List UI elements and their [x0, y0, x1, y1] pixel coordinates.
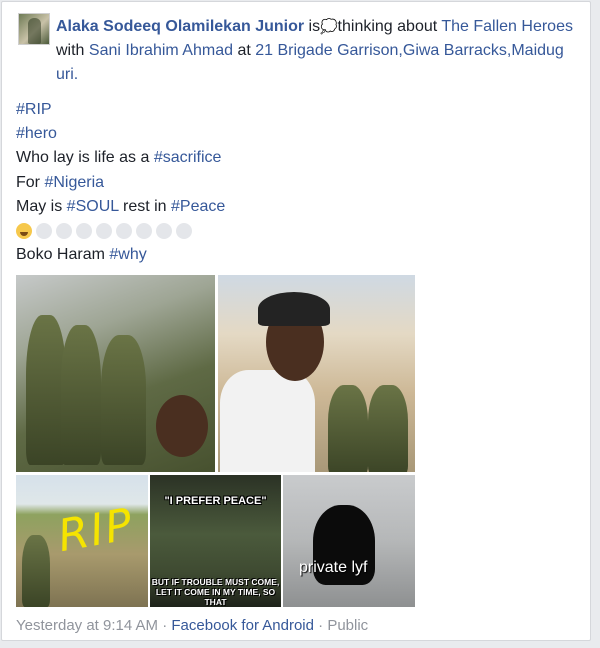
post-text: rest in	[118, 197, 172, 215]
app-source-link[interactable]: Facebook for Android	[171, 617, 314, 634]
emoji-row	[16, 219, 576, 243]
is-text: is	[308, 18, 321, 35]
photo-meme-peace[interactable]: "I PREFER PEACE" BUT IF TROUBLE MUST COM…	[150, 475, 281, 607]
blank-emoji-icon	[36, 222, 52, 239]
post-line: Boko Haram #why	[16, 243, 576, 267]
photo-private-lyf[interactable]: private lyf	[283, 475, 415, 607]
cap-figure	[258, 292, 330, 326]
author-name[interactable]: Alaka Sodeeq Olamilekan Junior	[56, 18, 304, 35]
photo-soldiers-group[interactable]	[16, 275, 215, 472]
post-line: Who lay is life as a #sacrifice	[16, 146, 576, 170]
soldier-figure	[328, 385, 368, 472]
crying-face-icon	[16, 222, 32, 239]
meme-bottom-caption: BUT IF TROUBLE MUST COME, LET IT COME IN…	[150, 577, 281, 607]
hashtag-link[interactable]: #sacrifice	[154, 149, 222, 166]
photo-rip[interactable]: RIP	[16, 475, 148, 607]
post-text: May is	[16, 197, 67, 215]
meme-bottom-line: LET IT COME IN MY TIME, SO THAT	[155, 587, 276, 607]
soldier-figure	[101, 335, 146, 465]
face-figure	[156, 395, 208, 457]
post-line: For #Nigeria	[16, 171, 576, 195]
post-line: #RIP	[16, 98, 576, 122]
post-body: #RIP #hero Who lay is life as a #sacrifi…	[16, 98, 576, 267]
post-timestamp[interactable]: Yesterday at 9:14 AM	[16, 617, 158, 634]
soldier-figure	[22, 535, 50, 607]
location-link-cont[interactable]: uri.	[56, 66, 78, 83]
hashtag-link[interactable]: #Peace	[171, 198, 225, 215]
blank-emoji-icon	[156, 222, 172, 239]
soldier-figure	[61, 325, 101, 465]
meme-bottom-line: BUT IF TROUBLE MUST COME,	[151, 577, 280, 587]
hashtag-link[interactable]: #SOUL	[67, 198, 119, 215]
hashtag-link[interactable]: #Nigeria	[44, 174, 104, 191]
post-text: Who lay is life as a	[16, 149, 154, 167]
privacy-label[interactable]: Public	[327, 617, 368, 634]
blank-emoji-icon	[136, 222, 152, 239]
tagged-person-link[interactable]: Sani Ibrahim Ahmad	[89, 42, 233, 59]
at-text: at	[237, 42, 251, 59]
blank-emoji-icon	[96, 222, 112, 239]
blank-emoji-icon	[116, 222, 132, 239]
post-text: Boko Haram	[16, 246, 110, 264]
post-header: Alaka Sodeeq Olamilekan Junior is💭thinki…	[56, 14, 576, 87]
tshirt-figure	[220, 370, 315, 472]
footer-separator: ·	[158, 617, 172, 634]
blank-emoji-icon	[76, 222, 92, 239]
post-card: Alaka Sodeeq Olamilekan Junior is💭thinki…	[1, 1, 591, 641]
activity-text: thinking about	[337, 18, 438, 35]
post-text: For	[16, 173, 45, 191]
blank-emoji-icon	[56, 222, 72, 239]
hashtag-link[interactable]: #RIP	[16, 101, 52, 118]
photo-selfie[interactable]	[218, 275, 415, 472]
blank-emoji-icon	[176, 222, 192, 239]
location-link[interactable]: 21 Brigade Garrison,Giwa Barracks,Maidug	[255, 42, 564, 59]
hashtag-link[interactable]: #hero	[16, 125, 57, 142]
meme-top-caption: "I PREFER PEACE"	[164, 495, 267, 507]
with-text: with	[56, 42, 85, 59]
soldier-figure	[26, 315, 66, 465]
footer-separator: ·	[313, 617, 328, 634]
post-line: #hero	[16, 122, 576, 146]
private-caption: private lyf	[299, 559, 368, 576]
soldier-figure	[368, 385, 408, 472]
activity-target-link[interactable]: The Fallen Heroes	[441, 18, 573, 35]
post-footer: Yesterday at 9:14 AM · Facebook for Andr…	[16, 617, 368, 634]
thought-bubble-icon: 💭	[320, 18, 338, 34]
hashtag-link[interactable]: #why	[109, 246, 146, 263]
post-line: May is #SOUL rest in #Peace	[16, 195, 576, 219]
author-avatar[interactable]	[18, 13, 50, 45]
rip-caption: RIP	[54, 498, 138, 563]
